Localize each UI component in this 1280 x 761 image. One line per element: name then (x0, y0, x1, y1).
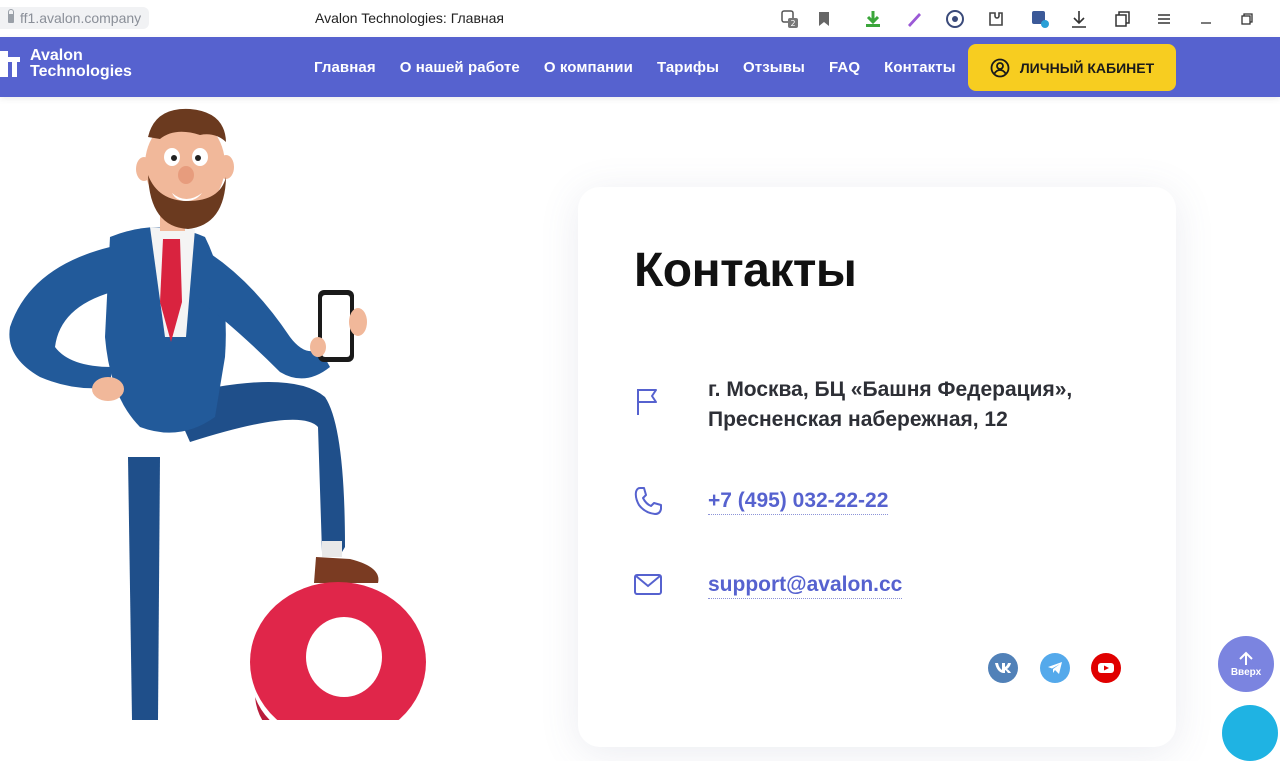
nav-item-reviews[interactable]: Отзывы (743, 59, 805, 76)
nav-item-home[interactable]: Главная (314, 59, 376, 76)
phone-link[interactable]: +7 (495) 032-22-22 (708, 489, 889, 515)
nav-item-contacts[interactable]: Контакты (884, 59, 956, 76)
logo-line-2: Technologies (30, 63, 132, 80)
bookmark-icon[interactable] (812, 7, 836, 31)
chat-widget-button[interactable] (1222, 705, 1278, 761)
restore-icon[interactable] (1235, 7, 1259, 31)
youtube-icon[interactable] (1091, 653, 1121, 683)
nav-item-faq[interactable]: FAQ (829, 59, 860, 76)
telegram-icon[interactable] (1040, 653, 1070, 683)
nav-item-our-work[interactable]: О нашей работе (400, 59, 520, 76)
businessman-illustration (9, 108, 426, 720)
menu-icon[interactable] (1152, 7, 1176, 31)
vk-icon[interactable] (988, 653, 1018, 683)
personal-account-label: ЛИЧНЫЙ КАБИНЕТ (1019, 59, 1155, 76)
address-line-1: г. Москва, БЦ «Башня Федерация», (708, 378, 1073, 401)
logo-line-1: Avalon (30, 47, 83, 64)
browser-toolbar: ff1.avalon.company Avalon Technologies: … (0, 0, 1280, 37)
collections-icon[interactable] (1111, 7, 1135, 31)
mail-icon (634, 574, 662, 595)
nav-item-pricing[interactable]: Тарифы (657, 59, 719, 76)
page-title: Avalon Technologies: Главная (315, 10, 504, 26)
lock-icon (8, 8, 14, 23)
arrow-up-icon (1239, 651, 1253, 665)
contacts-card: Контакты г. Москва, БЦ «Башня Федерация»… (578, 187, 1176, 747)
logo-mark-icon (0, 51, 20, 77)
speed-dial-icon[interactable] (943, 7, 967, 31)
nav-item-about[interactable]: О компании (544, 59, 633, 76)
logo[interactable]: Avalon Technologies (0, 47, 132, 81)
scroll-top-button[interactable]: Вверх (1218, 636, 1274, 692)
address-line-2: Пресненская набережная, 12 (708, 408, 1008, 431)
pen-icon[interactable] (902, 7, 926, 31)
extension-icon[interactable] (984, 7, 1008, 31)
translate-icon[interactable]: 2 (778, 7, 802, 31)
flag-icon (637, 389, 657, 415)
badge-count: 2 (790, 19, 795, 28)
address-bar[interactable]: ff1.avalon.company (0, 7, 150, 29)
downloads-icon[interactable] (1067, 7, 1091, 31)
contacts-title: Контакты (634, 244, 857, 297)
url-text[interactable]: ff1.avalon.company (20, 10, 141, 26)
account-sync-icon[interactable] (1028, 7, 1052, 31)
scroll-top-label: Вверх (1230, 666, 1262, 678)
address-text: г. Москва, БЦ «Башня Федерация», Преснен… (708, 375, 1072, 435)
main-menu: Главная О нашей работе О компании Тарифы… (314, 59, 956, 76)
user-circle-icon (990, 58, 1010, 77)
logo-text: Avalon Technologies (30, 48, 132, 80)
site-header: Avalon Technologies Главная О нашей рабо… (0, 37, 1280, 97)
download-manager-icon[interactable] (861, 7, 885, 31)
phone-icon (634, 487, 662, 515)
minimize-icon[interactable] (1194, 7, 1218, 31)
email-link[interactable]: support@avalon.cc (708, 573, 903, 599)
personal-account-button[interactable]: ЛИЧНЫЙ КАБИНЕТ (968, 44, 1176, 91)
